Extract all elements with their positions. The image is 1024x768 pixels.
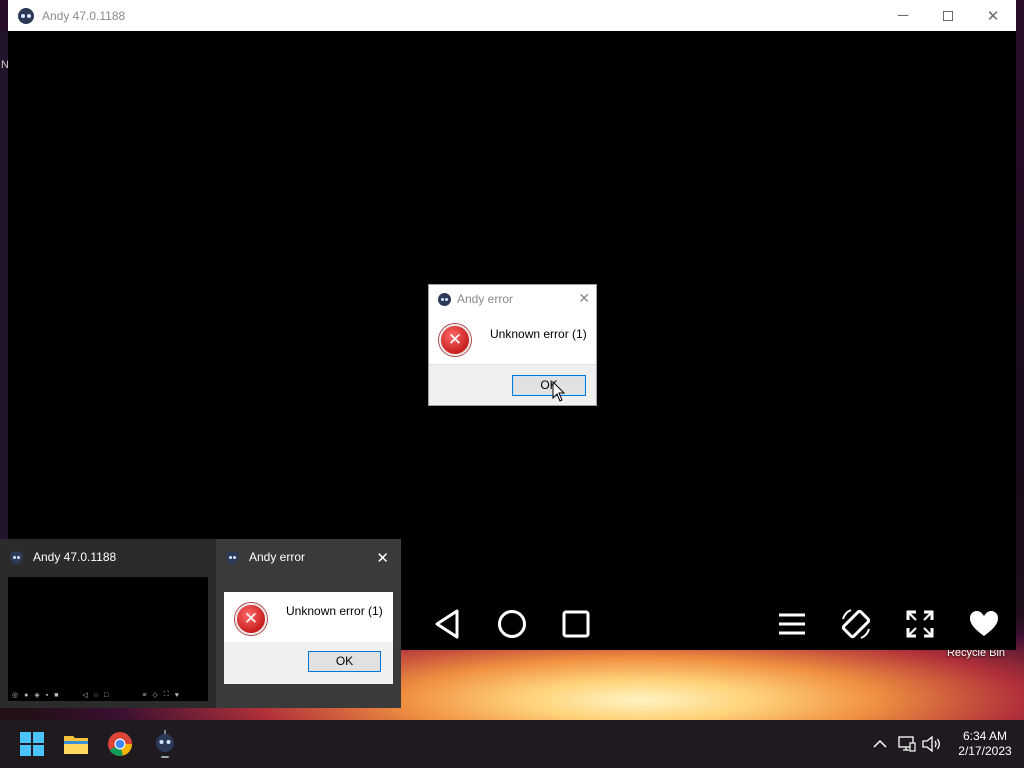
clock-time: 6:34 AM (962, 729, 1008, 743)
volume-button[interactable] (922, 734, 942, 754)
mouse-cursor-icon (552, 381, 566, 402)
preview-navbar-miniature: ◎ ● ◈ ▪ ■ ◁ ○ □ ≡ ◇ ⛶ ♥ (12, 691, 179, 699)
minimize-icon: ─ (897, 7, 909, 24)
error-dialog-title: Andy error (457, 292, 514, 306)
home-icon (498, 610, 526, 638)
show-hidden-icons-button[interactable] (870, 734, 890, 754)
taskbar-preview-panel: Andy 47.0.1188 ◎ ● ◈ ▪ ■ ◁ ○ □ ≡ ◇ ⛶ ♥ Andy error… (0, 539, 401, 708)
preview-andy-window-thumbnail[interactable]: ◎ ● ◈ ▪ ■ ◁ ○ □ ≡ ◇ ⛶ ♥ (8, 577, 208, 701)
preview-error-message: Unknown error (1) (286, 604, 383, 618)
chrome-icon (108, 732, 132, 756)
recents-button[interactable] (556, 604, 596, 644)
error-message: Unknown error (1) (490, 327, 587, 341)
file-explorer-icon (64, 736, 88, 754)
network-button[interactable] (897, 734, 917, 754)
error-icon: ✕ (235, 603, 267, 635)
menu-icon (779, 613, 805, 635)
network-icon (898, 736, 916, 752)
back-button[interactable] (428, 604, 468, 644)
andy-app-icon (10, 550, 23, 564)
error-dialog: Andy error ✕ ✕ Unknown error (1) OK (428, 284, 597, 406)
rotate-icon (841, 609, 871, 639)
maximize-icon (943, 10, 953, 21)
andy-app-icon (226, 550, 239, 564)
preview-error-footer: OK (224, 642, 393, 684)
recents-icon (562, 610, 590, 638)
system-clock[interactable]: 6:34 AM 2/17/2023 (950, 729, 1020, 759)
error-dialog-close-button[interactable]: ✕ (578, 290, 590, 307)
heart-icon (970, 611, 998, 636)
start-button[interactable] (16, 728, 48, 760)
chrome-button[interactable] (104, 728, 136, 760)
error-dialog-footer: OK (429, 364, 596, 405)
fullscreen-button[interactable] (900, 604, 940, 644)
minimize-button[interactable]: ─ (880, 0, 926, 31)
preview-error-window-header: Andy error (216, 539, 401, 575)
home-button[interactable] (492, 604, 532, 644)
preview-andy-window-header[interactable]: Andy 47.0.1188 (0, 539, 215, 575)
preview-error-window-thumbnail: ✕ Unknown error (1) OK (224, 592, 393, 684)
desktop-edge (0, 30, 8, 540)
error-dialog-body: ✕ Unknown error (1) (429, 313, 596, 363)
clock-date: 2/17/2023 (958, 744, 1012, 758)
error-icon: ✕ (439, 324, 471, 356)
preview-close-button[interactable]: ✕ (376, 549, 389, 567)
back-icon (435, 609, 459, 639)
maximize-button[interactable] (925, 0, 971, 31)
menu-button[interactable] (772, 604, 812, 644)
andy-taskbar-button[interactable] (149, 728, 181, 760)
favorite-button[interactable] (964, 604, 1004, 644)
andy-app-icon (438, 292, 451, 306)
preview-ok-button: OK (308, 651, 381, 672)
andy-icon (156, 730, 174, 758)
preview-window-title: Andy error (249, 550, 306, 564)
error-dialog-titlebar[interactable]: Andy error ✕ (429, 285, 596, 313)
volume-icon (922, 736, 940, 752)
ok-button[interactable]: OK (512, 375, 586, 396)
andy-window-title: Andy 47.0.1188 (42, 8, 126, 23)
fullscreen-icon (906, 610, 934, 638)
andy-titlebar[interactable]: Andy 47.0.1188 ─ ✕ (8, 0, 1016, 31)
taskbar: 6:34 AM 2/17/2023 (0, 720, 1024, 768)
preview-window-title: Andy 47.0.1188 (33, 550, 117, 564)
close-icon: ✕ (986, 7, 1000, 25)
rotate-button[interactable] (836, 604, 876, 644)
preview-error-window[interactable]: Andy error ✕ ✕ Unknown error (1) OK (216, 539, 401, 708)
andy-app-icon (18, 7, 34, 24)
close-button[interactable]: ✕ (970, 0, 1016, 31)
chevron-up-icon (873, 739, 887, 748)
file-explorer-button[interactable] (60, 728, 92, 760)
windows-start-icon (20, 732, 44, 756)
